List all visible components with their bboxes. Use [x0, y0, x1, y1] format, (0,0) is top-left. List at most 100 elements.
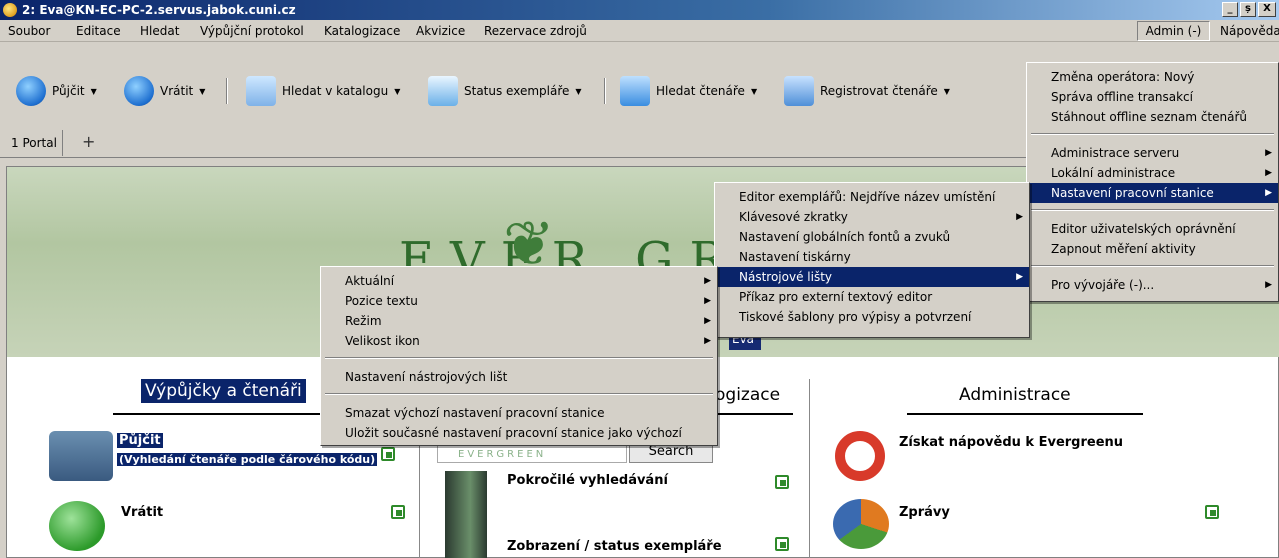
- open-in-new-tab-icon[interactable]: [381, 447, 395, 461]
- menu-item-workstation-settings[interactable]: Nastavení pracovní stanice ▶: [1027, 183, 1278, 203]
- toolbar-separator: [604, 78, 606, 104]
- catalog-search-input[interactable]: EVERGREEN: [437, 443, 627, 463]
- minimize-button[interactable]: _: [1222, 2, 1238, 17]
- dropdown-arrow-icon[interactable]: ▼: [199, 87, 205, 96]
- advanced-search-icon: [445, 471, 487, 543]
- dropdown-arrow-icon[interactable]: ▼: [944, 87, 950, 96]
- menu-item-icon-size-label: Velikost ikon: [345, 334, 420, 348]
- menu-vypujcni-protokol[interactable]: Výpůjční protokol: [200, 24, 304, 38]
- menu-separator: [325, 393, 713, 395]
- checkin-button[interactable]: Vrátit ▼: [124, 74, 205, 108]
- circulation-heading: Výpůjčky a čtenáři: [141, 379, 306, 403]
- menu-item-fonts-sounds[interactable]: Nastavení globálních fontů a zvuků: [715, 227, 1029, 247]
- submenu-arrow-icon: ▶: [1265, 148, 1272, 158]
- open-in-new-tab-icon[interactable]: [391, 505, 405, 519]
- menu-separator: [1031, 133, 1274, 135]
- submenu-arrow-icon: ▶: [1265, 280, 1272, 290]
- menu-item-offline-transactions[interactable]: Správa offline transakcí: [1027, 87, 1278, 107]
- checkout-tile-title[interactable]: Půjčit: [117, 433, 163, 448]
- submenu-arrow-icon: ▶: [704, 336, 711, 346]
- checkout-tile-icon: [49, 431, 113, 481]
- menu-item-local-admin-label: Lokální administrace: [1051, 166, 1176, 180]
- reports-link[interactable]: Zprávy: [899, 505, 950, 520]
- tab-portal[interactable]: 1 Portal: [6, 130, 63, 156]
- patron-search-button[interactable]: Hledat čtenáře ▼: [620, 74, 757, 108]
- menu-item-developers[interactable]: Pro vývojáře (-)... ▶: [1027, 275, 1278, 295]
- app-icon: [3, 3, 17, 17]
- catalog-search-button[interactable]: Hledat v katalogu ▼: [246, 74, 400, 108]
- menu-item-server-admin[interactable]: Administrace serveru ▶: [1027, 143, 1278, 163]
- menu-item-shortcuts-label: Klávesové zkratky: [739, 210, 848, 224]
- help-lifebuoy-icon: [835, 431, 885, 481]
- checkin-tile-title[interactable]: Vrátit: [121, 505, 163, 520]
- menu-item-toolbars-label: Nástrojové lišty: [739, 270, 832, 284]
- open-in-new-tab-icon[interactable]: [775, 475, 789, 489]
- dropdown-arrow-icon[interactable]: ▼: [751, 87, 757, 96]
- menu-akvizice[interactable]: Akvizice: [416, 24, 465, 38]
- menu-item-activity-measure[interactable]: Zapnout měření aktivity: [1027, 239, 1278, 259]
- cataloging-heading: ogizace: [715, 385, 781, 405]
- admin-menu-button[interactable]: Admin (-): [1137, 21, 1210, 41]
- menu-item-copy-editor[interactable]: Editor exemplářů: Nejdříve název umístěn…: [715, 187, 1029, 207]
- submenu-arrow-icon: ▶: [704, 316, 711, 326]
- menu-item-change-operator[interactable]: Změna operátora: Nový: [1027, 67, 1278, 87]
- menu-item-download-offline-patrons[interactable]: Stáhnout offline seznam čtenářů: [1027, 107, 1278, 127]
- new-tab-button[interactable]: +: [82, 132, 95, 151]
- evergreen-help-link[interactable]: Získat nápovědu k Evergreenu: [899, 435, 1123, 450]
- menu-item-text-position-label: Pozice textu: [345, 294, 418, 308]
- toolbar-separator: [226, 78, 228, 104]
- patron-register-button[interactable]: Registrovat čtenáře ▼: [784, 74, 950, 108]
- workstation-submenu: Editor exemplářů: Nejdříve název umístěn…: [714, 182, 1030, 338]
- item-status-button[interactable]: Status exempláře ▼: [428, 74, 582, 108]
- patron-search-icon: [620, 76, 650, 106]
- menu-item-current[interactable]: Aktuální ▶: [321, 271, 717, 291]
- menu-bar: Soubor Editace Hledat Výpůjční protokol …: [0, 20, 1279, 42]
- open-in-new-tab-icon[interactable]: [1205, 505, 1219, 519]
- menu-item-toolbar-settings[interactable]: Nastavení nástrojových lišt: [321, 367, 717, 387]
- menu-napoveda[interactable]: Nápověda: [1220, 24, 1279, 38]
- open-in-new-tab-icon[interactable]: [775, 537, 789, 551]
- menu-item-workstation-settings-label: Nastavení pracovní stanice: [1051, 186, 1214, 200]
- item-status-icon: [428, 76, 458, 106]
- catalog-search-icon: [246, 76, 276, 106]
- menu-katalogizace[interactable]: Katalogizace: [324, 24, 400, 38]
- dropdown-arrow-icon[interactable]: ▼: [91, 87, 97, 96]
- menu-rezervace[interactable]: Rezervace zdrojů: [484, 24, 587, 38]
- menu-separator: [325, 357, 713, 359]
- menu-item-external-editor[interactable]: Příkaz pro externí textový editor: [715, 287, 1029, 307]
- advanced-search-link[interactable]: Pokročilé vyhledávání: [507, 473, 668, 488]
- menu-separator: [1031, 209, 1274, 211]
- toolbars-submenu: Aktuální ▶ Pozice textu ▶ Režim ▶ Velikost …: [320, 266, 718, 446]
- item-status-link[interactable]: Zobrazení / status exempláře: [507, 539, 722, 554]
- menu-hledat[interactable]: Hledat: [140, 24, 179, 38]
- menu-editace[interactable]: Editace: [76, 24, 121, 38]
- dropdown-arrow-icon[interactable]: ▼: [575, 87, 581, 96]
- admin-heading: Administrace: [959, 385, 1071, 405]
- dropdown-arrow-icon[interactable]: ▼: [394, 87, 400, 96]
- menu-item-print-templates[interactable]: Tiskové šablony pro výpisy a potvrzení: [715, 307, 1029, 327]
- menu-item-save-default[interactable]: Uložit současné nastavení pracovní stani…: [321, 423, 717, 443]
- title-bar: 2: Eva@KN-EC-PC-2.servus.jabok.cuni.cz _…: [0, 0, 1279, 20]
- menu-item-mode-label: Režim: [345, 314, 382, 328]
- maximize-button[interactable]: ș: [1240, 2, 1256, 17]
- close-button[interactable]: X: [1258, 2, 1276, 17]
- checkin-label: Vrátit: [160, 84, 194, 98]
- checkout-tile-subtitle[interactable]: (Vyhledání čtenáře podle čárového kódu): [117, 453, 378, 466]
- menu-item-clear-default[interactable]: Smazat výchozí nastavení pracovní stanic…: [321, 403, 717, 423]
- menu-item-developers-label: Pro vývojáře (-)...: [1051, 278, 1155, 292]
- menu-item-mode[interactable]: Režim ▶: [321, 311, 717, 331]
- menu-item-toolbars[interactable]: Nástrojové lišty ▶: [715, 267, 1029, 287]
- menu-item-local-admin[interactable]: Lokální administrace ▶: [1027, 163, 1278, 183]
- patron-search-label: Hledat čtenáře: [656, 84, 745, 98]
- column-divider: [809, 379, 810, 558]
- checkout-button[interactable]: Půjčit ▼: [16, 74, 97, 108]
- patron-register-icon: [784, 76, 814, 106]
- menu-soubor[interactable]: Soubor: [8, 24, 50, 38]
- submenu-arrow-icon: ▶: [1265, 188, 1272, 198]
- menu-item-printer[interactable]: Nastavení tiskárny: [715, 247, 1029, 267]
- menu-item-shortcuts[interactable]: Klávesové zkratky ▶: [715, 207, 1029, 227]
- menu-item-permission-editor[interactable]: Editor uživatelských oprávnění: [1027, 219, 1278, 239]
- menu-item-text-position[interactable]: Pozice textu ▶: [321, 291, 717, 311]
- menu-item-icon-size[interactable]: Velikost ikon ▶: [321, 331, 717, 351]
- checkout-label: Půjčit: [52, 84, 85, 98]
